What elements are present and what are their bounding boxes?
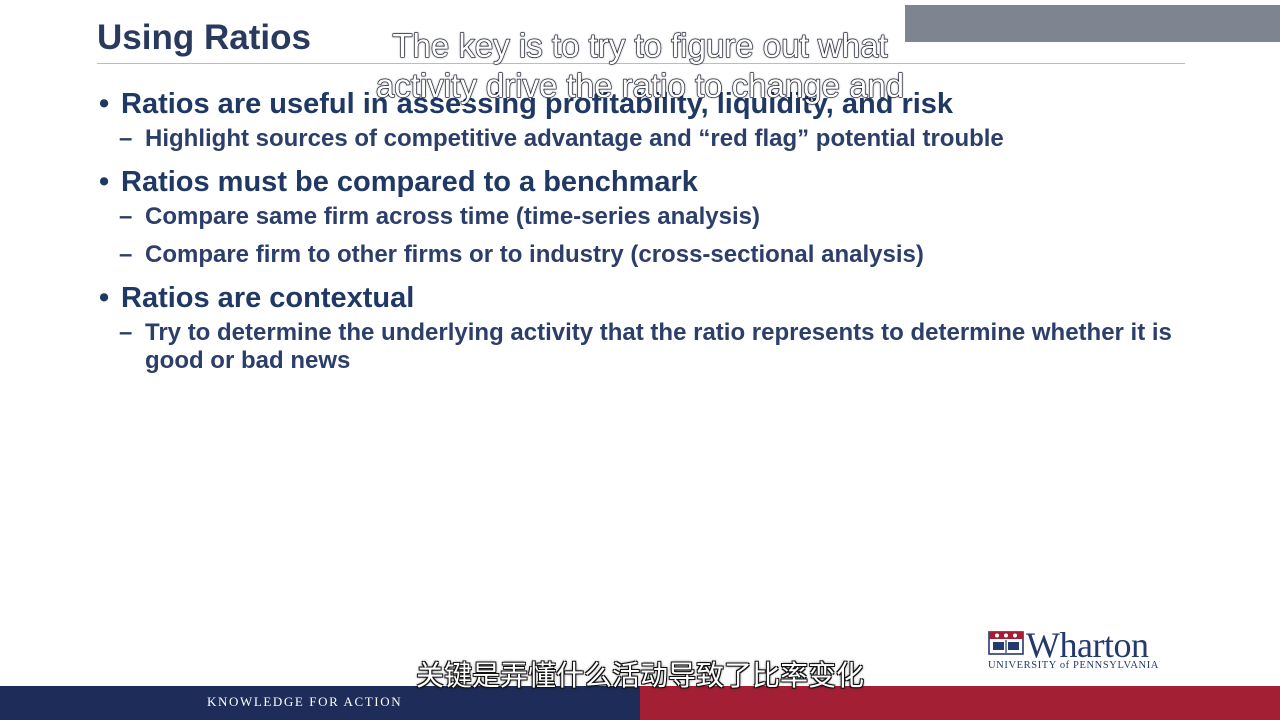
english-subtitle-line-1: The key is to try to figure out what bbox=[392, 26, 888, 64]
footer-tagline: KNOWLEDGE FOR ACTION bbox=[207, 694, 403, 709]
bullet-mark: • bbox=[99, 282, 110, 314]
sub-bullet-mark: – bbox=[119, 125, 133, 152]
sub-bullet-text: Compare firm to other firms or to indust… bbox=[145, 241, 924, 268]
sub-bullet-mark: – bbox=[119, 203, 133, 230]
bullet-text: Ratios must be compared to a benchmark bbox=[121, 166, 698, 198]
penn-shield-icon bbox=[988, 631, 1024, 655]
sub-bullet-item: – Compare firm to other firms or to indu… bbox=[95, 241, 1185, 269]
slide-body: • Ratios are useful in assessing profita… bbox=[95, 85, 1185, 385]
bullet-item: • Ratios are contextual bbox=[95, 279, 1185, 317]
university-name: UNIVERSITY of PENNSYLVANIA bbox=[988, 660, 1159, 671]
sub-bullet-text: Compare same firm across time (time-seri… bbox=[145, 203, 760, 230]
sub-bullet-mark: – bbox=[119, 319, 133, 346]
wharton-logo: Wharton UNIVERSITY of PENNSYLVANIA bbox=[988, 625, 1193, 674]
slide-title: Using Ratios bbox=[97, 18, 311, 57]
bullet-text: Ratios are contextual bbox=[121, 282, 415, 314]
sub-bullet-text: Highlight sources of competitive advanta… bbox=[145, 125, 1004, 152]
sub-bullet-item: – Try to determine the underlying activi… bbox=[95, 319, 1185, 375]
sub-bullet-item: – Compare same firm across time (time-se… bbox=[95, 203, 1185, 231]
bullet-mark: • bbox=[99, 88, 110, 120]
bullet-mark: • bbox=[99, 166, 110, 198]
sub-bullet-mark: – bbox=[119, 241, 133, 268]
english-subtitle: The key is to try to figure out what act… bbox=[300, 26, 980, 106]
english-subtitle-line-2: activity drive the ratio to change and bbox=[375, 66, 905, 104]
bullet-item: • Ratios must be compared to a benchmark bbox=[95, 163, 1185, 201]
sub-bullet-text: Try to determine the underlying activity… bbox=[145, 319, 1172, 374]
chinese-subtitle: 关键是弄懂什么活动导致了比率变化 bbox=[415, 659, 864, 692]
sub-bullet-item: – Highlight sources of competitive advan… bbox=[95, 125, 1185, 153]
